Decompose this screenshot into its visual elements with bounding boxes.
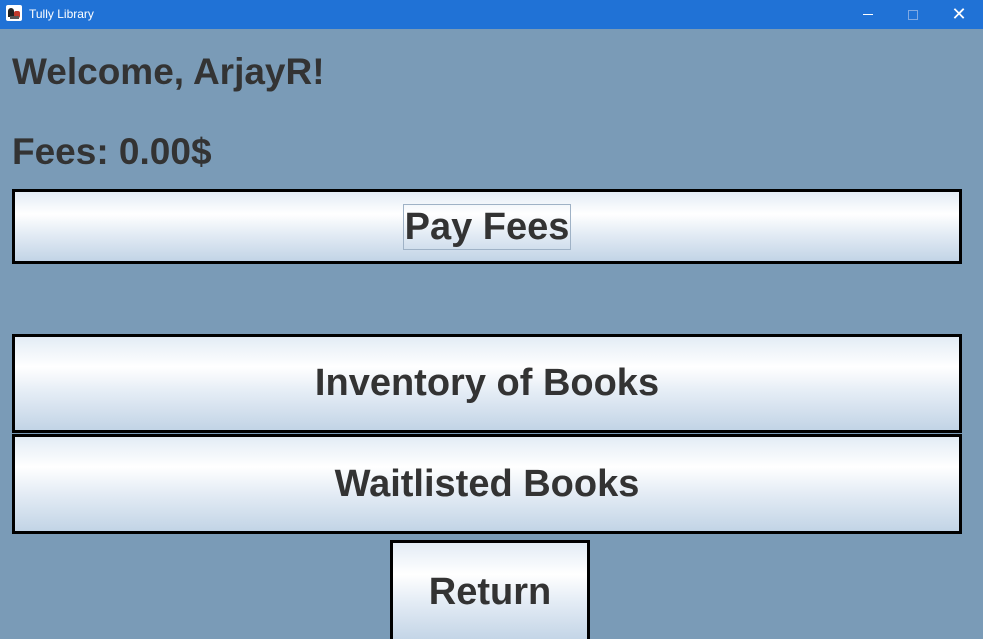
minimize-button[interactable] [845,0,891,29]
app-icon[interactable] [6,5,22,21]
return-button[interactable]: Return [390,540,590,639]
pay-fees-button[interactable]: Pay Fees [12,189,962,264]
maximize-button [890,0,936,29]
return-label: Return [428,570,552,613]
app-window: Tully Library ✕ Welcome, ArjayR! Fees: 0… [0,0,983,639]
waitlisted-books-button[interactable]: Waitlisted Books [12,434,962,534]
waitlisted-books-label: Waitlisted Books [334,462,640,505]
welcome-label: Welcome, ArjayR! [12,51,325,92]
pay-fees-label: Pay Fees [402,203,572,250]
fees-label: Fees: 0.00$ [12,131,212,172]
inventory-of-books-label: Inventory of Books [314,362,660,404]
title-bar[interactable]: Tully Library ✕ [0,0,983,29]
minimize-icon [863,14,873,15]
close-button[interactable]: ✕ [936,0,982,29]
window-title: Tully Library [29,7,94,21]
close-icon: ✕ [951,3,967,25]
maximize-icon [908,9,918,20]
inventory-of-books-button[interactable]: Inventory of Books [12,334,962,433]
